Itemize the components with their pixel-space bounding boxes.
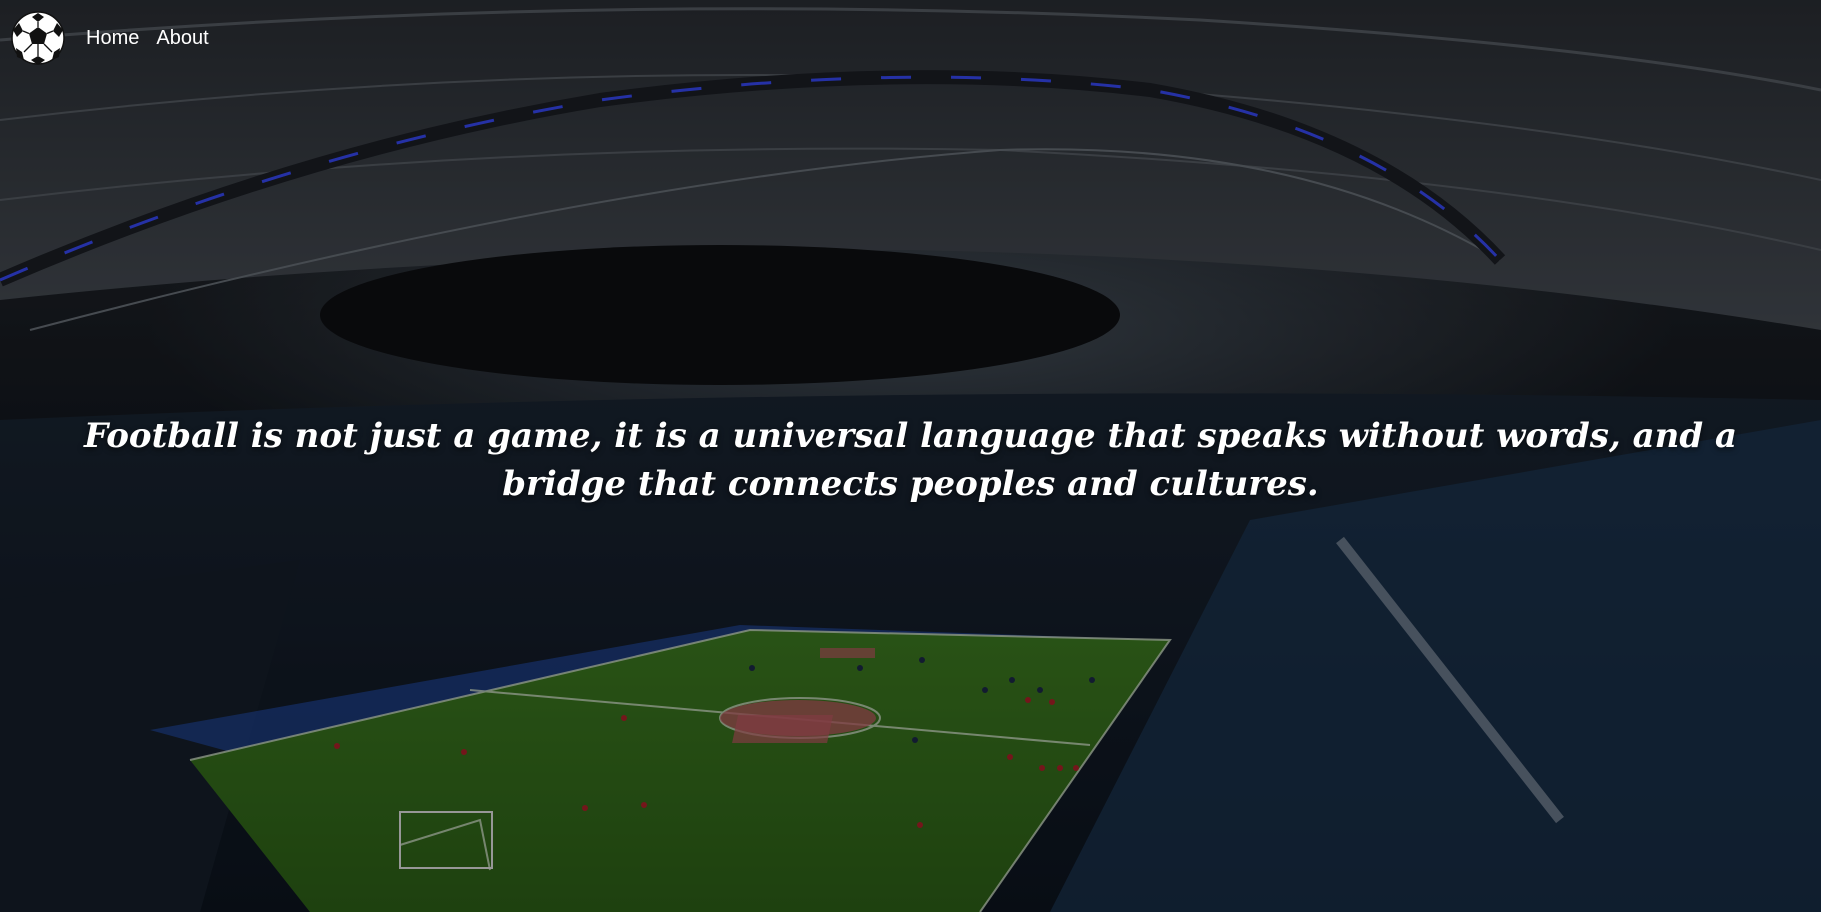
hero-section: Home About Football is not just a game, … (0, 0, 1821, 912)
nav-about-link[interactable]: About (156, 27, 208, 50)
hero-quote: Football is not just a game, it is a uni… (83, 416, 1738, 504)
top-navbar: Home About (0, 0, 209, 76)
nav-home-link[interactable]: Home (86, 27, 139, 50)
soccer-ball-icon[interactable] (10, 10, 66, 66)
